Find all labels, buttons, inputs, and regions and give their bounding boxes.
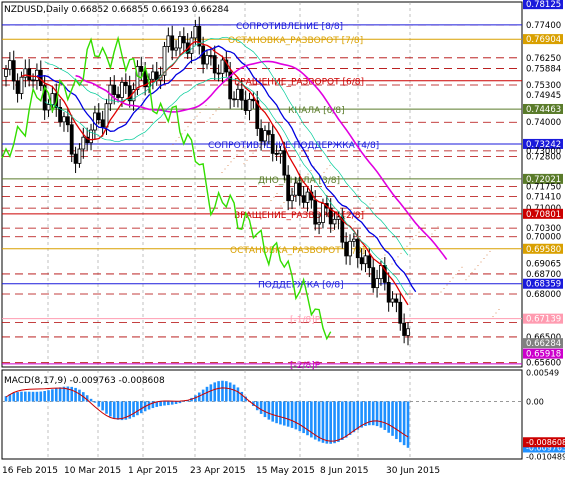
chart-header: NZDUSD,Daily 0.66852 0.66855 0.66193 0.6… bbox=[4, 5, 229, 15]
chart-window[interactable]: СОПРОТИВЛЕНИЕ [8/8] ОСТАНОВКА_РАЗВОРОТ [7… bbox=[0, 0, 565, 479]
macd-label: MACD(8,17,9) -0.009763 -0.008608 bbox=[4, 376, 165, 386]
chart-text-layer: NZDUSD,Daily 0.66852 0.66855 0.66193 0.6… bbox=[4, 5, 229, 386]
